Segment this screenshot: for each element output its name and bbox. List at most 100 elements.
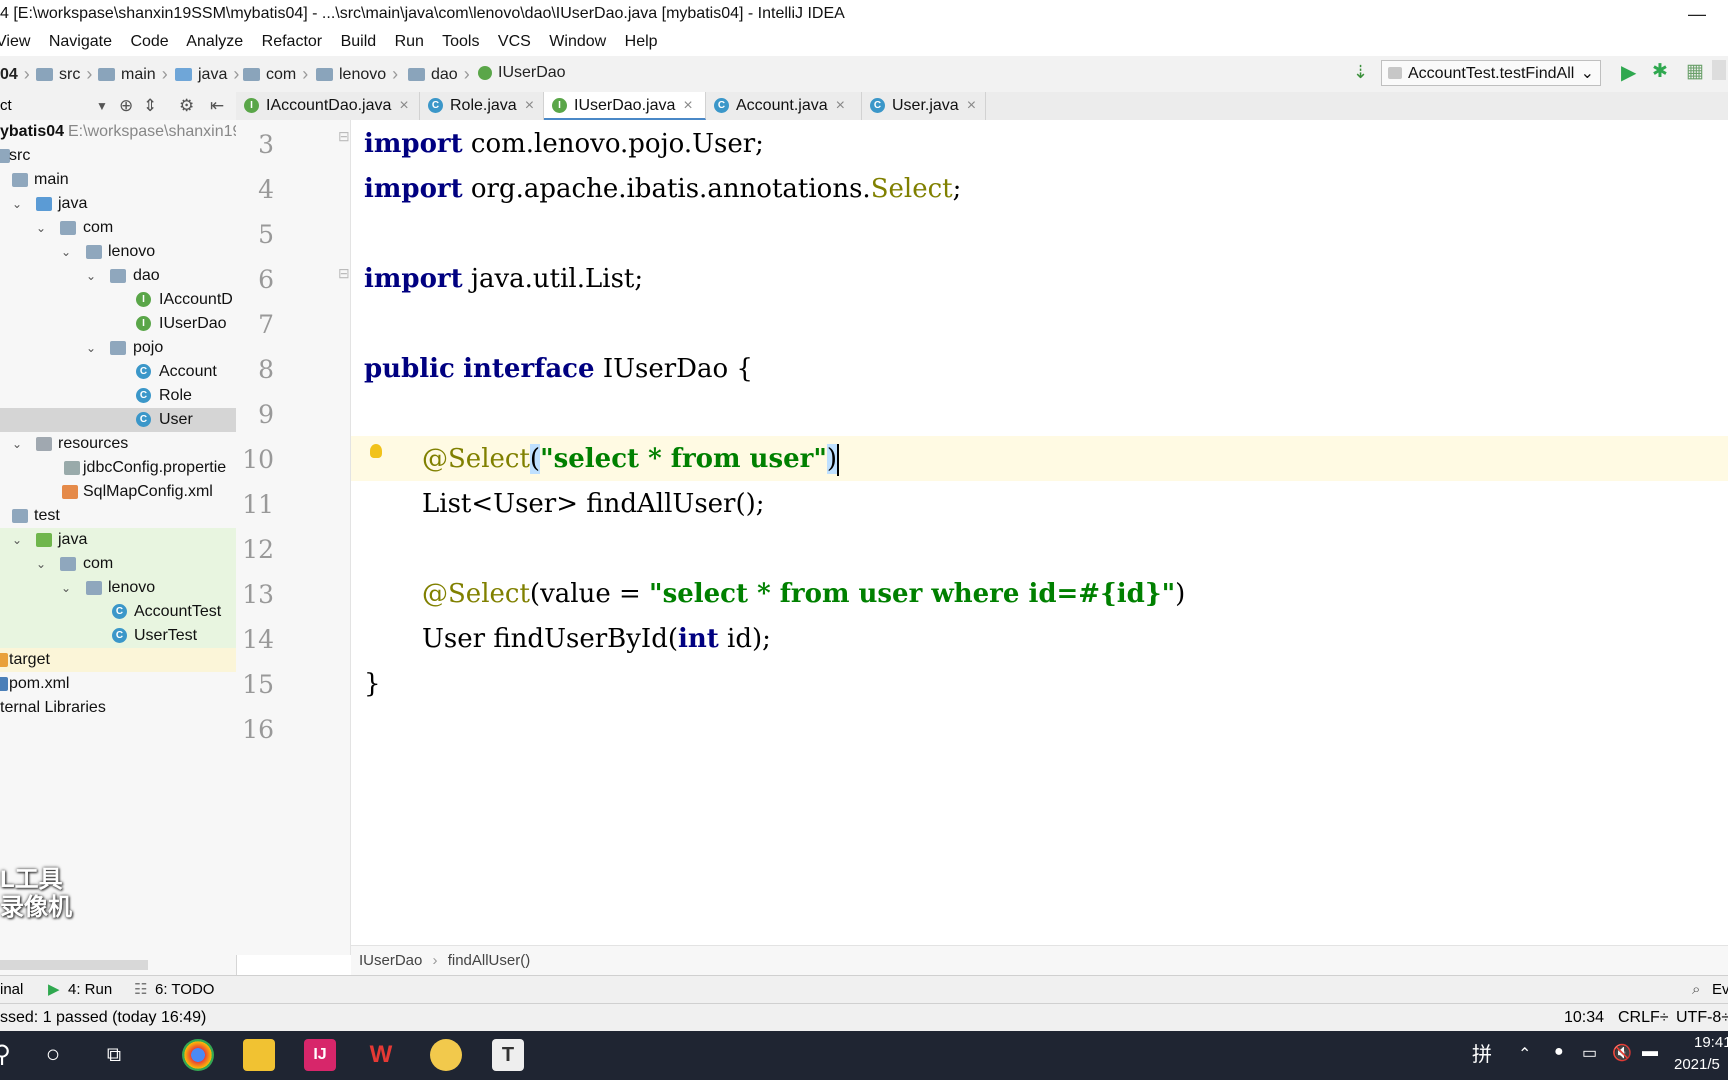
clock-time[interactable]: 19:41 bbox=[1694, 1034, 1728, 1051]
tree-item-usertest[interactable]: C UserTest bbox=[0, 624, 236, 648]
menu-analyze[interactable]: Analyze bbox=[186, 33, 243, 50]
tree-item-iuserdao[interactable]: I IUserDao bbox=[0, 312, 236, 336]
tab-account[interactable]: C Account.java × bbox=[706, 92, 862, 120]
caret-position[interactable]: 10:34 bbox=[1564, 1004, 1604, 1032]
nav-crumb-com[interactable]: com › bbox=[243, 64, 308, 85]
fold-icon[interactable]: ⊟ bbox=[338, 128, 350, 145]
battery-icon[interactable]: ▬ bbox=[1642, 1043, 1658, 1061]
todo-tool-button[interactable]: 6: TODO bbox=[155, 976, 214, 1004]
tree-item-main[interactable]: main bbox=[0, 168, 236, 192]
chevron-down-icon[interactable]: ▼ bbox=[96, 92, 108, 120]
chevron-up-icon[interactable]: ⌃ bbox=[1518, 1044, 1531, 1064]
collapse-all-icon[interactable]: ⇕ bbox=[143, 92, 157, 120]
file-explorer-icon[interactable] bbox=[243, 1039, 275, 1071]
tree-item-account[interactable]: C Account bbox=[0, 360, 236, 384]
menu-tools[interactable]: Tools bbox=[442, 33, 479, 50]
task-view-icon[interactable]: ⧉ bbox=[98, 1039, 130, 1071]
tree-item-com[interactable]: ⌄ com bbox=[0, 216, 236, 240]
close-icon[interactable]: × bbox=[683, 97, 692, 114]
chevron-down-icon[interactable]: ⌄ bbox=[86, 336, 96, 360]
tree-item-test-com[interactable]: ⌄ com bbox=[0, 552, 236, 576]
run-tool-button[interactable]: 4: Run bbox=[68, 976, 112, 1004]
menu-window[interactable]: Window bbox=[549, 33, 606, 50]
menu-run[interactable]: Run bbox=[395, 33, 424, 50]
tree-item-test-lenovo[interactable]: ⌄ lenovo bbox=[0, 576, 236, 600]
tree-item-test-java[interactable]: ⌄ java bbox=[0, 528, 236, 552]
fold-icon[interactable]: ⊟ bbox=[338, 265, 350, 282]
qq-icon[interactable]: ● bbox=[1554, 1043, 1564, 1061]
chevron-down-icon[interactable]: ⌄ bbox=[86, 264, 96, 288]
profile-icon[interactable] bbox=[1712, 60, 1726, 80]
line-separator[interactable]: CRLF÷ bbox=[1618, 1004, 1669, 1032]
close-icon[interactable]: × bbox=[399, 97, 408, 114]
menu-build[interactable]: Build bbox=[341, 33, 377, 50]
file-encoding[interactable]: UTF-8÷ bbox=[1676, 1004, 1728, 1032]
ime-indicator[interactable]: 拼 bbox=[1466, 1039, 1498, 1071]
chevron-down-icon[interactable]: ⌄ bbox=[36, 216, 46, 240]
tree-item-java[interactable]: ⌄ java bbox=[0, 192, 236, 216]
project-view-select[interactable]: ct bbox=[0, 92, 12, 120]
tree-item-accounttest[interactable]: C AccountTest bbox=[0, 600, 236, 624]
tree-item-module[interactable]: ybatis04 E:\workspase\shanxin19 bbox=[0, 120, 236, 144]
nav-crumb-src[interactable]: src › bbox=[36, 64, 92, 85]
menu-help[interactable]: Help bbox=[625, 33, 658, 50]
build-project-icon[interactable]: ⇣ bbox=[1353, 62, 1368, 83]
tree-item-lenovo[interactable]: ⌄ lenovo bbox=[0, 240, 236, 264]
intellij-icon[interactable]: IJ bbox=[304, 1039, 336, 1071]
chevron-down-icon[interactable]: ⌄ bbox=[12, 192, 22, 216]
tree-item-resources[interactable]: ⌄ resources bbox=[0, 432, 236, 456]
menu-vcs[interactable]: VCS bbox=[498, 33, 531, 50]
tree-item-user[interactable]: C User bbox=[0, 408, 236, 432]
run-icon[interactable]: ▶ bbox=[1621, 60, 1636, 85]
volume-muted-icon[interactable]: 🔇 bbox=[1612, 1043, 1632, 1063]
nav-crumb-java[interactable]: java › bbox=[175, 64, 239, 85]
wps-icon[interactable]: W bbox=[365, 1039, 397, 1071]
close-icon[interactable]: × bbox=[836, 97, 845, 114]
network-icon[interactable]: ▭ bbox=[1582, 1043, 1597, 1063]
cortana-icon[interactable]: ○ bbox=[37, 1039, 69, 1071]
chevron-down-icon[interactable]: ⌄ bbox=[61, 576, 71, 600]
app-icon[interactable] bbox=[430, 1039, 462, 1071]
menu-code[interactable]: Code bbox=[130, 33, 168, 50]
tree-item-sqlmapconfig[interactable]: SqlMapConfig.xml bbox=[0, 480, 236, 504]
lightbulb-icon[interactable] bbox=[370, 444, 382, 458]
coverage-icon[interactable]: ▦ bbox=[1686, 60, 1704, 83]
horizontal-scrollbar[interactable] bbox=[0, 960, 148, 970]
chevron-down-icon[interactable]: ⌄ bbox=[61, 240, 71, 264]
terminal-tool-button[interactable]: inal bbox=[0, 976, 23, 1004]
code-editor[interactable] bbox=[351, 120, 1728, 955]
chrome-icon[interactable] bbox=[182, 1039, 214, 1071]
tree-item-external-libraries[interactable]: ternal Libraries bbox=[0, 696, 236, 720]
chevron-down-icon[interactable]: ⌄ bbox=[36, 552, 46, 576]
chevron-down-icon[interactable]: ⌄ bbox=[12, 528, 22, 552]
tab-iaccountdao[interactable]: I IAccountDao.java × bbox=[236, 92, 420, 120]
run-configuration-select[interactable]: AccountTest.testFindAll ⌄ bbox=[1381, 60, 1601, 86]
breadcrumb-class[interactable]: IUserDao bbox=[359, 952, 422, 969]
tree-item-pojo[interactable]: ⌄ pojo bbox=[0, 336, 236, 360]
menu-refactor[interactable]: Refactor bbox=[262, 33, 322, 50]
typora-icon[interactable]: T bbox=[492, 1039, 524, 1071]
tab-user[interactable]: C User.java × bbox=[862, 92, 986, 120]
event-log-button[interactable]: Ev bbox=[1712, 976, 1728, 1004]
nav-crumb-dao[interactable]: dao › bbox=[408, 64, 470, 85]
clock-date[interactable]: 2021/5 bbox=[1674, 1056, 1720, 1073]
tree-item-src[interactable]: src bbox=[0, 144, 236, 168]
tab-role[interactable]: C Role.java × bbox=[420, 92, 544, 120]
start-icon[interactable]: ⚲ bbox=[0, 1039, 18, 1071]
tab-iuserdao[interactable]: I IUserDao.java × bbox=[544, 92, 706, 120]
gear-icon[interactable]: ⚙ bbox=[179, 92, 194, 120]
close-icon[interactable]: × bbox=[967, 97, 976, 114]
nav-crumb-iuserdao[interactable]: IUserDao bbox=[478, 64, 566, 82]
minimize-button[interactable]: — bbox=[1688, 0, 1706, 28]
debug-icon[interactable]: ✱ bbox=[1652, 60, 1668, 83]
menu-view[interactable]: View bbox=[0, 33, 30, 50]
tree-item-iaccountdao[interactable]: I IAccountD bbox=[0, 288, 236, 312]
nav-crumb-lenovo[interactable]: lenovo › bbox=[316, 64, 398, 85]
menu-navigate[interactable]: Navigate bbox=[49, 33, 112, 50]
tree-item-target[interactable]: target bbox=[0, 648, 236, 672]
close-icon[interactable]: × bbox=[525, 97, 534, 114]
tree-item-test[interactable]: test bbox=[0, 504, 236, 528]
tree-item-pom[interactable]: pom.xml bbox=[0, 672, 236, 696]
tree-item-role[interactable]: C Role bbox=[0, 384, 236, 408]
breadcrumb-method[interactable]: findAllUser() bbox=[448, 952, 531, 969]
